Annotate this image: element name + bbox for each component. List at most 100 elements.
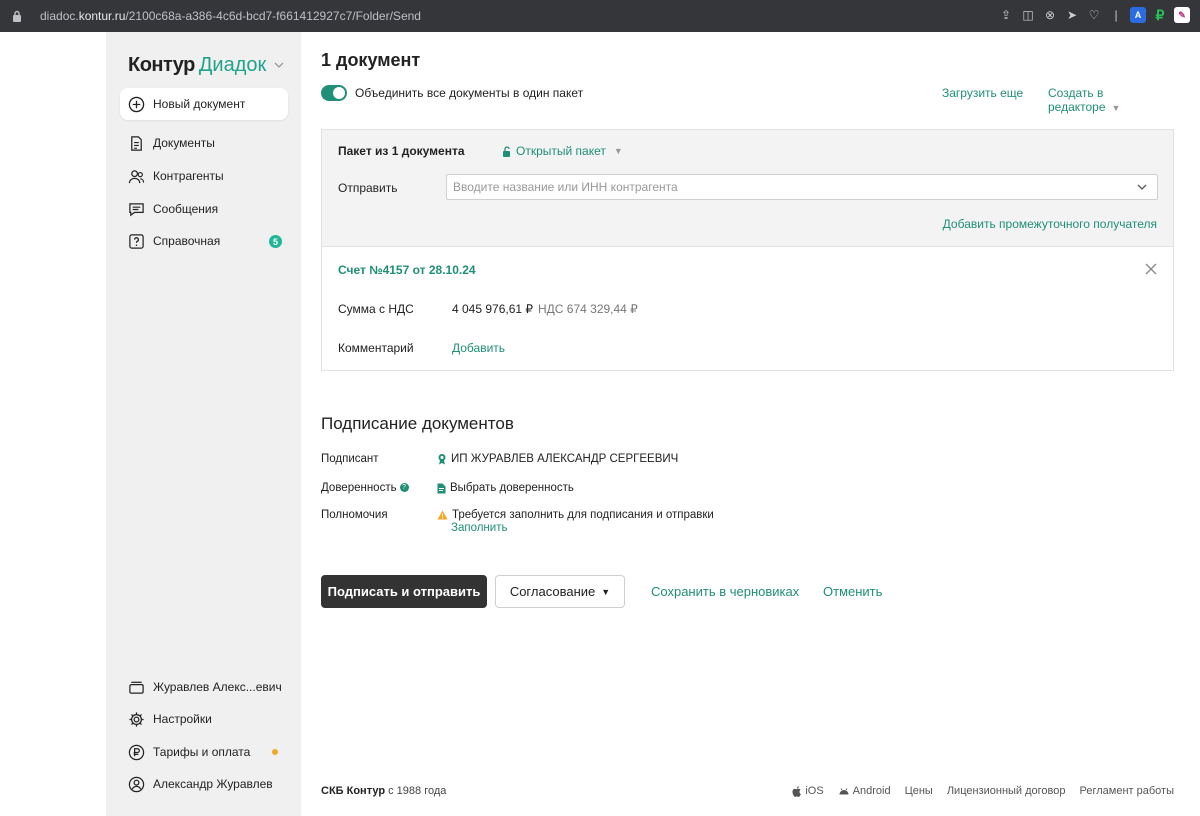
ruble-icon	[128, 744, 145, 760]
document-card: Счет №4157 от 28.10.24 Сумма с НДС 4 045…	[321, 246, 1174, 371]
message-icon	[129, 202, 144, 216]
page-title: 1 документ	[321, 50, 421, 70]
help-icon	[129, 233, 144, 249]
footer-link-android[interactable]: Android	[838, 785, 891, 797]
caret-down-icon: ▼	[601, 586, 611, 597]
package-panel: Пакет из 1 документа Открытый пакет ▼ Отп…	[321, 129, 1174, 246]
create-in-editor-label: Создать в редакторе	[1048, 86, 1106, 114]
sum-label: Сумма с НДС	[338, 302, 414, 316]
ios-label: iOS	[805, 785, 824, 797]
sidebar-item-label: Журавлев Алекс...евич	[153, 680, 282, 694]
add-intermediate-recipient-link[interactable]: Добавить промежуточного получателя	[943, 217, 1157, 231]
add-comment-link[interactable]: Добавить	[452, 341, 505, 355]
sidebar-item-label: Настройки	[153, 712, 212, 726]
block-icon[interactable]: ⊗	[1042, 7, 1058, 23]
address-url[interactable]: diadoc.kontur.ru/2100c68a-a386-4c6d-bcd7…	[40, 9, 421, 23]
signing-section-title: Подписание документов	[321, 414, 514, 433]
package-type-label: Открытый пакет	[516, 144, 606, 158]
close-icon[interactable]	[1145, 263, 1157, 275]
sidebar-item-profile[interactable]: Александр Журавлев	[128, 773, 273, 795]
power-of-attorney-text: Доверенность	[321, 482, 397, 494]
browser-address-bar: diadoc.kontur.ru/2100c68a-a386-4c6d-bcd7…	[0, 0, 1200, 32]
sidebar-item-organization[interactable]: Журавлев Алекс...евич	[128, 676, 282, 698]
apple-icon	[792, 785, 802, 797]
sidebar-item-label: Александр Журавлев	[153, 777, 273, 791]
sidebar-item-label: Сообщения	[153, 202, 219, 216]
chevron-down-icon	[274, 62, 284, 68]
vat-value: НДС 674 329,44 ₽	[538, 302, 638, 316]
ruble-extension-icon[interactable]: ₽	[1152, 7, 1168, 23]
package-title: Пакет из 1 документа	[338, 144, 465, 158]
share-icon[interactable]: ⇪	[998, 7, 1014, 23]
footer-link-regulations[interactable]: Регламент работы	[1080, 785, 1174, 797]
footer-links: iOS Android Цены Лицензионный договор Ре…	[792, 785, 1174, 797]
footer-link-prices[interactable]: Цены	[905, 785, 933, 797]
sidebar-item-help[interactable]: Справочная	[128, 230, 220, 252]
sidebar-item-messages[interactable]: Сообщения	[128, 198, 218, 220]
sidebar-item-label: Документы	[153, 136, 215, 150]
document-icon	[437, 483, 446, 493]
heart-icon[interactable]: ♡	[1086, 7, 1102, 23]
package-type-dropdown[interactable]: Открытый пакет ▼	[502, 144, 623, 158]
app-logo[interactable]: Контур Диадок	[128, 54, 284, 77]
new-document-button[interactable]: Новый документ	[120, 88, 288, 120]
footer-link-ios[interactable]: iOS	[792, 785, 824, 797]
send-to-label: Отправить	[338, 181, 398, 195]
approval-dropdown-button[interactable]: Согласование ▼	[495, 575, 625, 608]
authority-label: Полномочия	[321, 509, 388, 521]
sidebar-item-tariffs[interactable]: Тарифы и оплата	[128, 741, 250, 763]
sidebar-item-label: Контрагенты	[153, 169, 224, 183]
question-icon[interactable]: ?	[399, 483, 409, 493]
cancel-link[interactable]: Отменить	[823, 584, 882, 599]
unlock-icon	[503, 145, 510, 157]
choose-power-of-attorney-link[interactable]: Выбрать доверенность	[437, 482, 574, 494]
power-of-attorney-label: Доверенность?	[321, 482, 409, 494]
approval-label: Согласование	[509, 584, 596, 599]
caret-down-icon: ▼	[613, 146, 623, 156]
new-document-label: Новый документ	[153, 97, 246, 111]
authority-warning-text: Требуется заполнить для подписания и отп…	[452, 509, 714, 521]
signer-value[interactable]: ИП ЖУРАВЛЕВ АЛЕКСАНДР СЕРГЕЕВИЧ	[437, 453, 678, 465]
separator-icon: |	[1114, 8, 1118, 22]
create-in-editor-dropdown[interactable]: Создать в редакторе ▼	[1048, 86, 1174, 114]
fill-authority-link[interactable]: Заполнить	[451, 522, 507, 534]
merge-packages-toggle[interactable]	[321, 85, 347, 101]
caret-down-icon: ▼	[1111, 103, 1121, 113]
authority-warning: Требуется заполнить для подписания и отп…	[437, 509, 714, 521]
warning-icon	[437, 510, 448, 520]
extension-icon[interactable]: ✎	[1174, 7, 1190, 23]
signer-label: Подписант	[321, 453, 379, 465]
certificate-icon	[438, 454, 446, 465]
user-circle-icon	[128, 776, 145, 792]
recipient-search-input[interactable]	[446, 174, 1158, 200]
footer-link-license[interactable]: Лицензионный договор	[947, 785, 1066, 797]
sidebar: Контур Диадок Новый документ Документы Ко…	[106, 32, 301, 816]
sidebar-item-settings[interactable]: Настройки	[128, 708, 212, 730]
signer-name: ИП ЖУРАВЛЕВ АЛЕКСАНДР СЕРГЕЕВИЧ	[451, 453, 679, 465]
sidebar-item-contractors[interactable]: Контрагенты	[128, 165, 224, 187]
chevron-down-icon[interactable]	[1137, 182, 1147, 192]
comment-label: Комментарий	[338, 341, 414, 355]
android-icon	[839, 788, 849, 795]
notification-dot	[272, 749, 278, 755]
users-icon	[128, 169, 145, 183]
sidebar-item-label: Тарифы и оплата	[153, 745, 251, 759]
document-icon	[131, 135, 142, 151]
lock-icon	[13, 10, 21, 22]
help-count-badge: 5	[269, 235, 282, 248]
sidebar-item-label: Справочная	[153, 234, 221, 248]
sidebar-item-documents[interactable]: Документы	[128, 132, 215, 154]
upload-more-link[interactable]: Загрузить еще	[942, 86, 1023, 100]
send-icon[interactable]: ➤	[1064, 7, 1080, 23]
sign-and-send-button[interactable]: Подписать и отправить	[321, 575, 487, 608]
plus-circle-icon	[128, 96, 145, 112]
translate-extension-icon[interactable]: A	[1130, 7, 1146, 23]
sum-value: 4 045 976,61 ₽	[452, 302, 534, 316]
camera-icon[interactable]: ◫	[1020, 7, 1036, 23]
document-title-link[interactable]: Счет №4157 от 28.10.24	[338, 263, 476, 277]
footer-copyright: СКБ Контур с 1988 года	[321, 785, 447, 797]
choose-power-of-attorney-text: Выбрать доверенность	[450, 482, 574, 494]
save-draft-link[interactable]: Сохранить в черновиках	[651, 584, 799, 599]
organization-icon	[129, 681, 144, 694]
gear-icon	[129, 711, 144, 727]
